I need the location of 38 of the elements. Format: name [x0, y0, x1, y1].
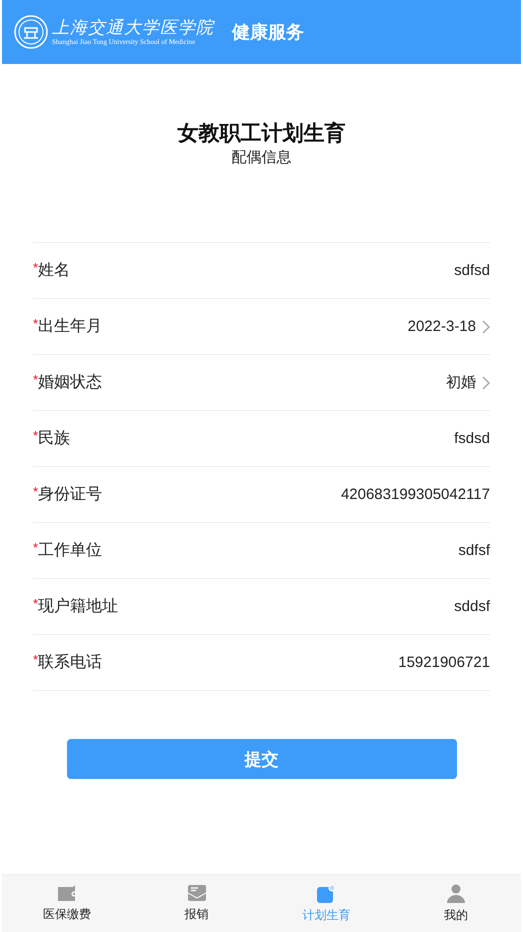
page-subtitle: 配偶信息	[232, 148, 292, 168]
tab-item[interactable]: 医保缴费	[2, 875, 132, 932]
field-label: *民族	[33, 428, 70, 449]
tab-item[interactable]: 我的	[391, 875, 521, 932]
form-row[interactable]: *现户籍地址 sddsf	[33, 578, 490, 634]
field-label: *姓名	[33, 260, 70, 281]
field-value: sddsf	[454, 598, 490, 615]
field-value: fsdsd	[454, 430, 490, 447]
field-label: *工作单位	[33, 540, 102, 561]
field-label: *婚姻状态	[33, 372, 102, 393]
form-row[interactable]: *姓名 sdfsd	[33, 242, 490, 298]
chevron-icon	[482, 320, 490, 334]
header-title: 健康服务	[232, 21, 304, 44]
tab-item[interactable]: 报销	[132, 875, 262, 932]
field-value: 初婚	[446, 373, 476, 392]
field-value: 2022-3-18	[408, 318, 476, 335]
field-value: 420683199305042117	[340, 486, 490, 503]
page-title: 女教职工计划生育	[178, 120, 346, 147]
person-icon	[446, 884, 466, 902]
field-label: *联系电话	[33, 652, 102, 673]
form-row[interactable]: *出生年月 2022-3-18	[33, 298, 490, 354]
mail-icon	[186, 884, 207, 902]
note-icon	[316, 884, 336, 902]
emblem-icon	[14, 15, 48, 49]
field-value: sdfsf	[458, 542, 490, 559]
form-row[interactable]: *民族 fsdsd	[33, 410, 490, 466]
field-label: *现户籍地址	[33, 596, 118, 617]
form-row[interactable]: *工作单位 sdfsf	[33, 522, 490, 578]
field-label: *出生年月	[33, 316, 102, 337]
field-value: sdfsd	[454, 262, 490, 279]
field-value: 15921906721	[398, 654, 490, 671]
logo-name: 上海交通大学医学院	[52, 18, 214, 38]
field-label: *身份证号	[33, 484, 102, 505]
form-row[interactable]: *婚姻状态 初婚	[33, 354, 490, 410]
chevron-icon	[482, 376, 490, 390]
form-row[interactable]: *身份证号 420683199305042117	[33, 466, 490, 522]
form-row[interactable]: *联系电话 15921906721	[33, 634, 490, 691]
wallet-icon	[56, 884, 77, 902]
